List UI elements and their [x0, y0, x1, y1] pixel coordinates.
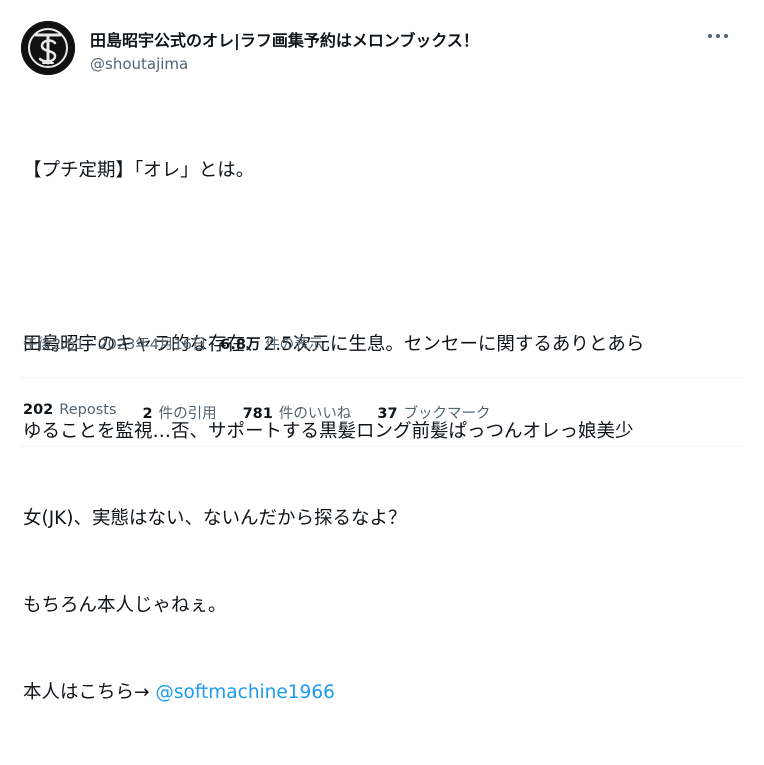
reposts-link[interactable]: 202 Reposts: [23, 402, 117, 423]
likes-count: 781: [242, 406, 273, 422]
engagement-stats: 202 Reposts 2 件の引用 781 件のいいね 37 ブックマーク: [23, 402, 491, 423]
tweet-card: 田島昭宇公式のオレ|ラフ画集予約はメロンブックス！ @shoutajima 【プ…: [0, 0, 764, 703]
bookmarks-label: ブックマーク: [403, 406, 491, 422]
reposts-label: Reposts: [59, 402, 117, 418]
reposts-count: 202: [23, 402, 54, 418]
avatar-logo-icon: [21, 21, 75, 75]
avatar[interactable]: [21, 21, 75, 75]
tweet-line: 女(JK)、実態はない、ないんだから探るなよ？: [23, 508, 407, 529]
bookmarks-link[interactable]: 37 ブックマーク: [377, 402, 490, 423]
more-horizontal-icon: [716, 34, 720, 38]
author-handle[interactable]: @shoutajima: [90, 55, 188, 73]
more-options-button[interactable]: [700, 24, 736, 48]
views-count: 6.8万: [220, 337, 261, 353]
divider: [21, 446, 744, 447]
tweet-body: 【プチ定期】「オレ」とは。 田島昭宇のキャラ的な存在、2.5次元に生息。センセー…: [23, 98, 748, 765]
tweet-line: もちろん本人じゃねぇ。: [23, 595, 227, 616]
bookmarks-count: 37: [377, 406, 398, 422]
likes-label: 件のいいね: [278, 406, 352, 422]
author-display-name[interactable]: 田島昭宇公式のオレ|ラフ画集予約はメロンブックス！: [90, 27, 479, 51]
divider: [21, 377, 744, 378]
timestamp-link[interactable]: 午後2:51 · 2023年4月16日 ·: [23, 337, 220, 353]
views-label: 件の表示: [260, 337, 324, 353]
quotes-link[interactable]: 2 件の引用: [143, 402, 217, 423]
tweet-last-line-prefix: 本人はこちら→: [23, 682, 156, 703]
quotes-count: 2: [142, 406, 153, 422]
more-horizontal-icon: [724, 34, 728, 38]
likes-link[interactable]: 781 件のいいね: [243, 402, 352, 423]
quotes-label: 件の引用: [158, 406, 217, 422]
tweet-meta: 午後2:51 · 2023年4月16日 · 6.8万 件の表示: [23, 333, 323, 354]
more-horizontal-icon: [708, 34, 712, 38]
tweet-line-last: 本人はこちら→ @softmachine1966: [23, 678, 748, 707]
mention-link[interactable]: @softmachine1966: [155, 682, 334, 703]
tweet-line: 【プチ定期】「オレ」とは。: [23, 160, 255, 181]
